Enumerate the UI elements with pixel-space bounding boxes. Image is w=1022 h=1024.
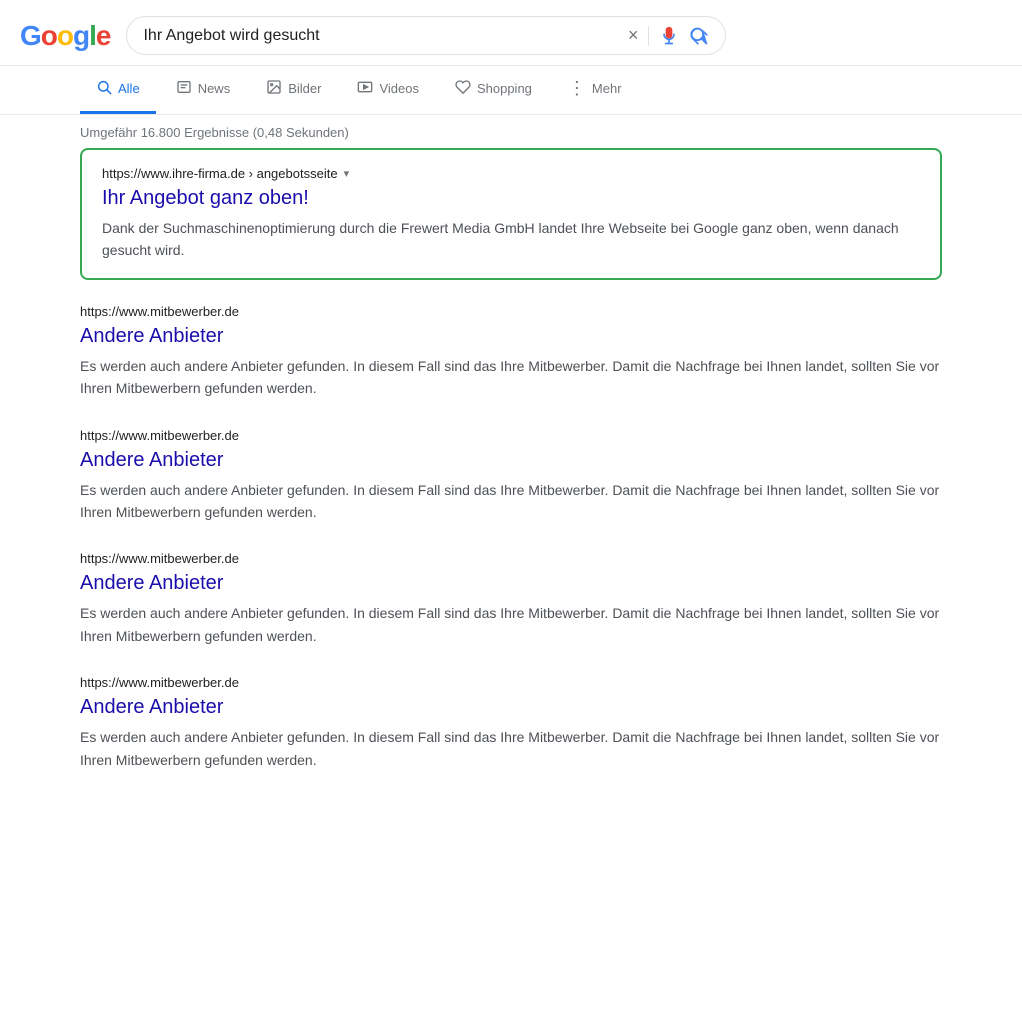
vertical-divider: [648, 26, 649, 46]
result-title-4[interactable]: Andere Anbieter: [80, 694, 942, 720]
result-url-text-1: https://www.mitbewerber.de: [80, 304, 239, 319]
results-count-text: Umgefähr 16.800 Ergebnisse (0,48 Sekunde…: [80, 125, 349, 140]
bilder-tab-icon: [266, 79, 282, 99]
result-url-1: https://www.mitbewerber.de: [80, 304, 942, 319]
result-item-3: https://www.mitbewerber.de Andere Anbiet…: [80, 551, 942, 647]
search-tab-icon: [96, 79, 112, 99]
result-url-2: https://www.mitbewerber.de: [80, 428, 942, 443]
result-snippet-4: Es werden auch andere Anbieter gefunden.…: [80, 726, 942, 771]
result-item-4: https://www.mitbewerber.de Andere Anbiet…: [80, 675, 942, 771]
search-bar-icons: ×: [628, 25, 710, 46]
logo-letter-g2: g: [73, 20, 89, 52]
result-item-2: https://www.mitbewerber.de Andere Anbiet…: [80, 428, 942, 524]
featured-result-title[interactable]: Ihr Angebot ganz oben!: [102, 185, 920, 211]
result-url-3: https://www.mitbewerber.de: [80, 551, 942, 566]
tab-news-label: News: [198, 81, 231, 96]
logo-letter-o2: o: [57, 20, 73, 52]
result-url-text-2: https://www.mitbewerber.de: [80, 428, 239, 443]
result-snippet-1: Es werden auch andere Anbieter gefunden.…: [80, 355, 942, 400]
tab-videos[interactable]: Videos: [341, 67, 435, 114]
result-snippet-2: Es werden auch andere Anbieter gefunden.…: [80, 479, 942, 524]
result-title-1[interactable]: Andere Anbieter: [80, 323, 942, 349]
tab-news[interactable]: News: [160, 67, 247, 114]
news-tab-icon: [176, 79, 192, 99]
results-info: Umgefähr 16.800 Ergebnisse (0,48 Sekunde…: [0, 115, 1022, 148]
result-item-1: https://www.mitbewerber.de Andere Anbiet…: [80, 304, 942, 400]
tab-shopping[interactable]: Shopping: [439, 67, 548, 114]
url-chevron-icon: ▾: [344, 167, 350, 180]
result-url-text-3: https://www.mitbewerber.de: [80, 551, 239, 566]
videos-tab-icon: [357, 79, 373, 99]
mehr-tab-icon: ⋮: [568, 78, 586, 99]
header: Google Ihr Angebot wird gesucht ×: [0, 0, 1022, 66]
tab-videos-label: Videos: [379, 81, 419, 96]
tab-mehr[interactable]: ⋮ Mehr: [552, 66, 638, 114]
featured-result-snippet: Dank der Suchmaschinenoptimierung durch …: [102, 217, 920, 262]
logo-letter-e: e: [96, 20, 111, 52]
microphone-icon[interactable]: [659, 26, 679, 46]
tab-alle-label: Alle: [118, 81, 140, 96]
tab-mehr-label: Mehr: [592, 81, 622, 96]
result-url-4: https://www.mitbewerber.de: [80, 675, 942, 690]
results-container: https://www.ihre-firma.de › angebotsseit…: [0, 148, 1022, 771]
logo-letter-g: G: [20, 20, 41, 52]
nav-tabs: Alle News Bilder Videos: [0, 66, 1022, 115]
tab-alle[interactable]: Alle: [80, 67, 156, 114]
result-url-text-4: https://www.mitbewerber.de: [80, 675, 239, 690]
featured-url-text: https://www.ihre-firma.de › angebotsseit…: [102, 166, 338, 181]
featured-result: https://www.ihre-firma.de › angebotsseit…: [80, 148, 942, 280]
tab-bilder[interactable]: Bilder: [250, 67, 337, 114]
search-submit-icon[interactable]: [689, 26, 709, 46]
search-bar: Ihr Angebot wird gesucht ×: [126, 16, 726, 55]
shopping-tab-icon: [455, 79, 471, 99]
clear-icon[interactable]: ×: [628, 25, 639, 46]
tab-bilder-label: Bilder: [288, 81, 321, 96]
featured-result-url: https://www.ihre-firma.de › angebotsseit…: [102, 166, 920, 181]
search-input[interactable]: Ihr Angebot wird gesucht: [143, 27, 617, 45]
tab-shopping-label: Shopping: [477, 81, 532, 96]
result-title-2[interactable]: Andere Anbieter: [80, 447, 942, 473]
logo-letter-l: l: [89, 20, 96, 52]
google-logo: Google: [20, 20, 110, 52]
logo-letter-o1: o: [41, 20, 57, 52]
result-title-3[interactable]: Andere Anbieter: [80, 570, 942, 596]
result-snippet-3: Es werden auch andere Anbieter gefunden.…: [80, 602, 942, 647]
